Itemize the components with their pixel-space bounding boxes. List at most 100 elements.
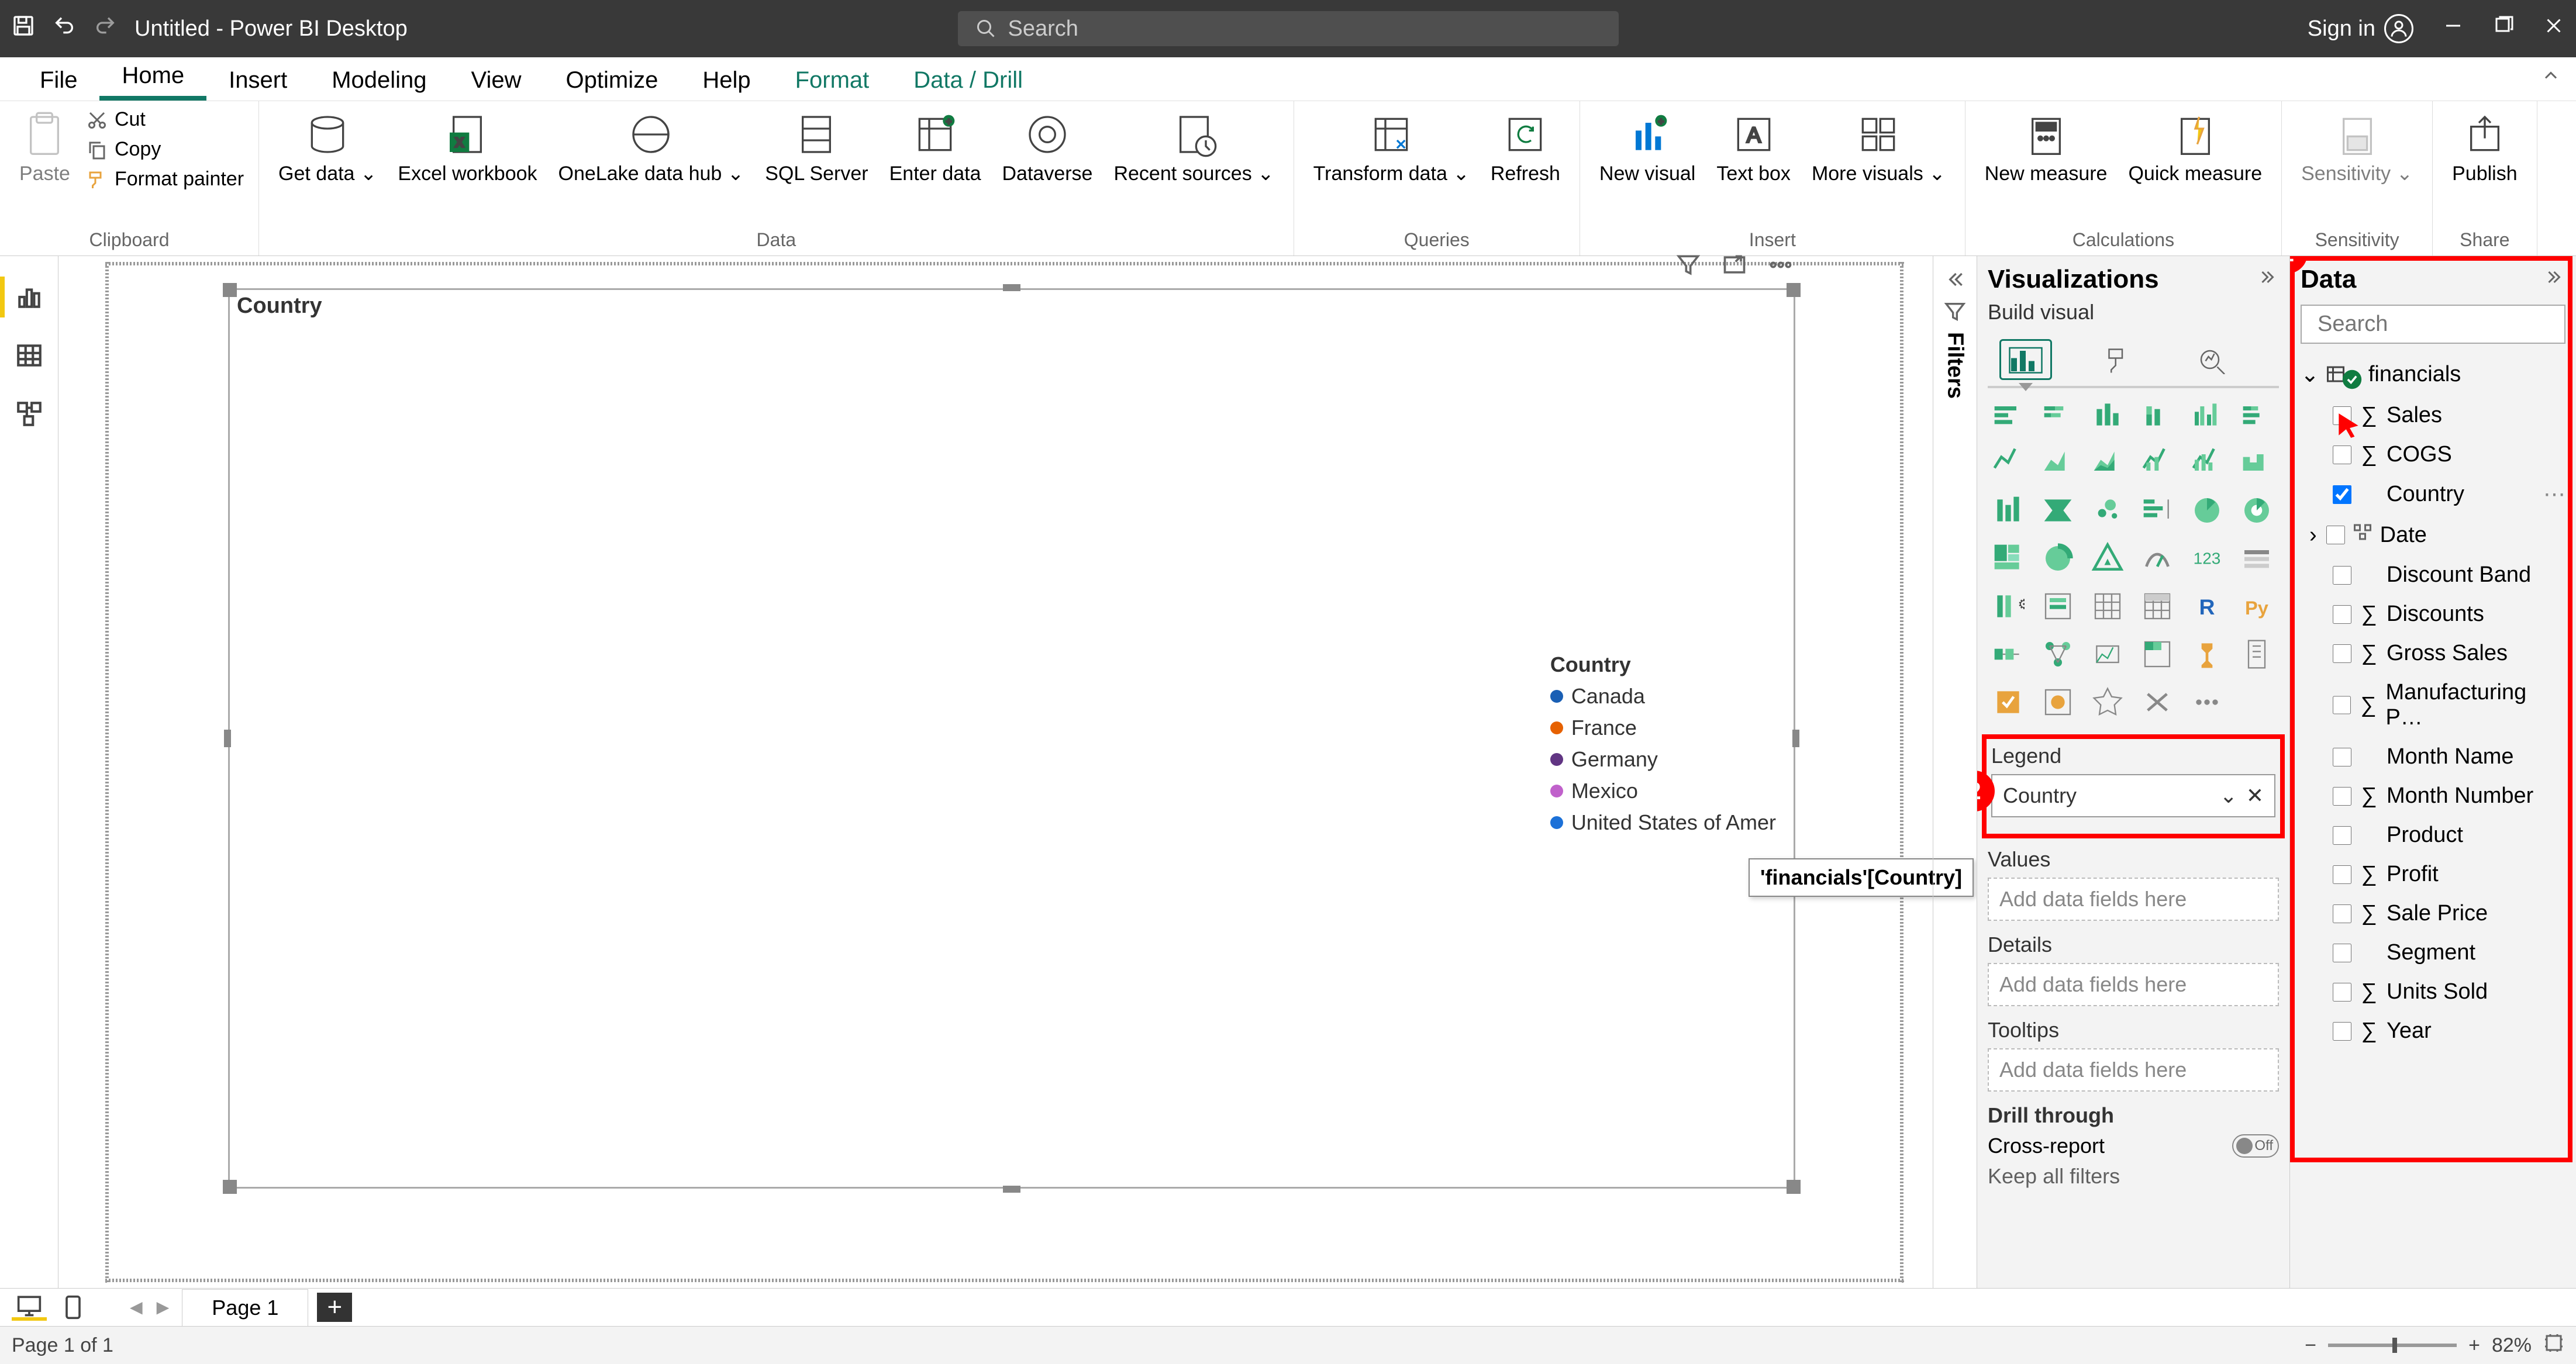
filters-icon[interactable] — [1943, 300, 1967, 329]
viz-type-36[interactable] — [1988, 682, 2029, 723]
viz-type-25[interactable] — [2037, 586, 2078, 627]
viz-type-20[interactable]: ▲ — [2087, 538, 2128, 579]
field-checkbox[interactable] — [2333, 696, 2351, 714]
quick-measure-button[interactable]: Quick measure — [2123, 108, 2267, 188]
field-month-name[interactable]: Month Name — [2301, 737, 2565, 776]
viz-type-19[interactable] — [2037, 538, 2078, 579]
get-data-button[interactable]: Get data ⌄ — [274, 108, 381, 188]
transform-data-button[interactable]: Transform data ⌄ — [1309, 108, 1474, 188]
data-search[interactable] — [2301, 305, 2565, 344]
tab-modeling[interactable]: Modeling — [309, 57, 449, 101]
ribbon-collapse-icon[interactable] — [2526, 56, 2576, 101]
viz-type-6[interactable] — [1988, 442, 2029, 483]
field-month-number[interactable]: ∑Month Number — [2301, 776, 2565, 816]
field-date[interactable]: ›Date — [2301, 514, 2565, 555]
viz-type-9[interactable] — [2137, 442, 2178, 483]
viz-type-31[interactable] — [2037, 634, 2078, 675]
field-country[interactable]: Country⋯ — [2301, 474, 2565, 514]
viz-type-4[interactable] — [2187, 394, 2227, 435]
field-discounts[interactable]: ∑Discounts — [2301, 595, 2565, 634]
viz-type-32[interactable] — [2087, 634, 2128, 675]
field-checkbox[interactable] — [2333, 944, 2351, 962]
viz-type-15[interactable] — [2137, 490, 2178, 531]
resize-handle[interactable] — [1003, 284, 1020, 291]
field-checkbox[interactable] — [2333, 748, 2351, 766]
resize-handle[interactable] — [224, 730, 231, 747]
viz-type-11[interactable] — [2236, 442, 2277, 483]
resize-handle[interactable] — [1003, 1186, 1020, 1193]
page-tab-1[interactable]: Page 1 — [182, 1289, 308, 1326]
tab-file[interactable]: File — [18, 57, 99, 101]
field-segment[interactable]: Segment — [2301, 933, 2565, 972]
resize-handle[interactable] — [223, 1180, 237, 1194]
tooltips-well[interactable]: Add data fields here — [1988, 1048, 2279, 1092]
field-gross-sales[interactable]: ∑Gross Sales — [2301, 634, 2565, 673]
field-checkbox[interactable] — [2333, 787, 2351, 806]
dataverse-button[interactable]: Dataverse — [998, 108, 1098, 188]
field-checkbox[interactable] — [2333, 826, 2351, 845]
viz-type-30[interactable] — [1988, 634, 2029, 675]
resize-handle[interactable] — [1787, 283, 1801, 297]
paste-button[interactable]: Paste — [15, 108, 75, 188]
chevron-down-icon[interactable]: ⌄ — [2220, 783, 2237, 808]
viz-type-3[interactable] — [2137, 394, 2178, 435]
field-checkbox[interactable] — [2333, 865, 2351, 884]
desktop-layout-button[interactable] — [12, 1294, 47, 1321]
field-manufacturing-p-[interactable]: ∑Manufacturing P… — [2301, 673, 2565, 737]
sign-in-button[interactable]: Sign in — [2308, 14, 2413, 43]
search-box[interactable]: Search — [958, 11, 1619, 46]
viz-type-29[interactable]: Py — [2236, 586, 2277, 627]
values-well[interactable]: Add data fields here — [1988, 878, 2279, 921]
details-well[interactable]: Add data fields here — [1988, 963, 2279, 1006]
viz-type-34[interactable] — [2187, 634, 2227, 675]
model-view-button[interactable] — [0, 385, 58, 443]
viz-type-38[interactable] — [2087, 682, 2128, 723]
field-checkbox[interactable] — [2333, 605, 2351, 624]
build-tab[interactable] — [1999, 339, 2052, 380]
viz-type-1[interactable] — [2037, 394, 2078, 435]
remove-field-icon[interactable]: ✕ — [2246, 783, 2264, 808]
publish-button[interactable]: Publish — [2447, 108, 2522, 188]
viz-type-40[interactable] — [2187, 682, 2227, 723]
copy-button[interactable]: Copy — [87, 138, 244, 161]
refresh-button[interactable]: Refresh — [1486, 108, 1565, 188]
visual-more-icon[interactable] — [1768, 252, 1794, 284]
viz-type-37[interactable] — [2037, 682, 2078, 723]
sql-button[interactable]: SQL Server — [760, 108, 873, 188]
chevron-down-icon[interactable]: ⌄ — [2301, 361, 2319, 388]
excel-button[interactable]: XExcel workbook — [393, 108, 542, 188]
resize-handle[interactable] — [1792, 730, 1799, 747]
resize-handle[interactable] — [1787, 1180, 1801, 1194]
tab-view[interactable]: View — [449, 57, 544, 101]
viz-type-14[interactable] — [2087, 490, 2128, 531]
viz-type-18[interactable] — [1988, 538, 2029, 579]
save-icon[interactable] — [12, 14, 35, 43]
text-box-button[interactable]: AText box — [1712, 108, 1795, 188]
viz-type-23[interactable] — [2236, 538, 2277, 579]
field-more-icon[interactable]: ⋯ — [2543, 481, 2565, 507]
redo-icon[interactable] — [94, 14, 117, 43]
viz-type-27[interactable] — [2137, 586, 2178, 627]
add-page-button[interactable]: + — [317, 1293, 352, 1322]
table-financials[interactable]: ⌄ financials — [2301, 353, 2565, 396]
data-search-input[interactable] — [2318, 312, 2576, 337]
filters-expand-icon[interactable] — [1943, 268, 1967, 297]
cut-button[interactable]: Cut — [87, 108, 244, 131]
viz-type-8[interactable] — [2087, 442, 2128, 483]
table-view-button[interactable] — [0, 326, 58, 385]
field-year[interactable]: ∑Year — [2301, 1011, 2565, 1051]
zoom-out-icon[interactable]: − — [2305, 1334, 2316, 1357]
close-icon[interactable] — [2543, 15, 2564, 42]
new-measure-button[interactable]: New measure — [1980, 108, 2112, 188]
viz-type-2[interactable] — [2087, 394, 2128, 435]
pane-expand-icon[interactable] — [2258, 265, 2279, 294]
zoom-slider[interactable] — [2328, 1344, 2457, 1347]
tab-data-drill[interactable]: Data / Drill — [891, 57, 1045, 101]
cross-report-toggle[interactable]: Off — [2232, 1134, 2279, 1158]
viz-type-0[interactable] — [1988, 394, 2029, 435]
tab-help[interactable]: Help — [680, 57, 773, 101]
format-painter-button[interactable]: Format painter — [87, 168, 244, 191]
visual-filter-icon[interactable] — [1675, 252, 1701, 284]
tab-format[interactable]: Format — [773, 57, 892, 101]
field-checkbox[interactable] — [2333, 644, 2351, 663]
